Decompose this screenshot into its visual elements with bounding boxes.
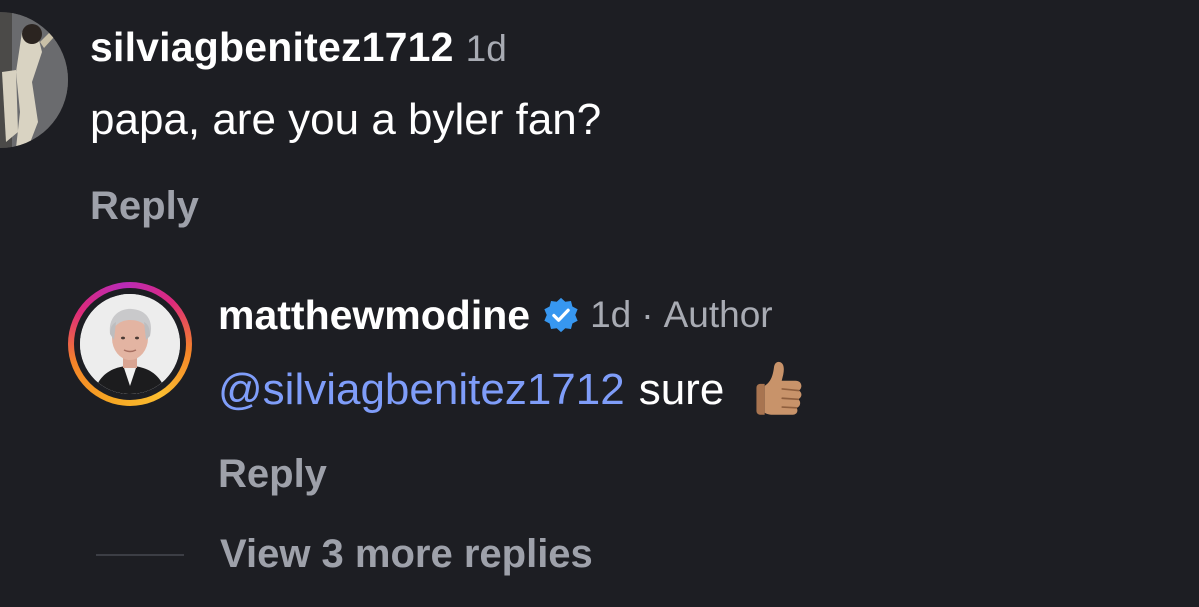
commenter-avatar[interactable] [0, 12, 68, 148]
thumbs-up-icon [742, 357, 808, 423]
view-more-replies-button[interactable]: View 3 more replies [220, 532, 593, 577]
author-avatar-image [80, 294, 180, 394]
comments-thread: silviagbenitez1712 1d papa, are you a by… [0, 0, 1199, 607]
comment-reply-button[interactable]: Reply [90, 184, 199, 229]
author-avatar [80, 294, 180, 394]
comment-timestamp: 1d [465, 28, 507, 69]
author-avatar-story-ring[interactable] [68, 282, 192, 406]
comment-header: silviagbenitez1712 1d [90, 24, 507, 72]
view-more-divider [96, 554, 184, 556]
reply-timestamp: 1d [590, 294, 632, 335]
reply-text: sure [638, 365, 725, 414]
reply-reply-button[interactable]: Reply [218, 452, 327, 497]
commenter-avatar-image [0, 12, 68, 148]
mention-link[interactable]: @silviagbenitez1712 [218, 365, 625, 415]
header-separator: · [641, 294, 654, 335]
author-avatar-gap [74, 288, 186, 400]
author-label: Author [663, 294, 773, 335]
verified-badge-icon [542, 296, 580, 334]
reply-username[interactable]: matthewmodine [218, 292, 530, 339]
reply-text-row: @silviagbenitez1712 sure [218, 360, 808, 420]
reply-header: matthewmodine 1d · Author [218, 290, 773, 340]
comment-username[interactable]: silviagbenitez1712 [90, 24, 454, 71]
comment-text: papa, are you a byler fan? [90, 95, 602, 144]
